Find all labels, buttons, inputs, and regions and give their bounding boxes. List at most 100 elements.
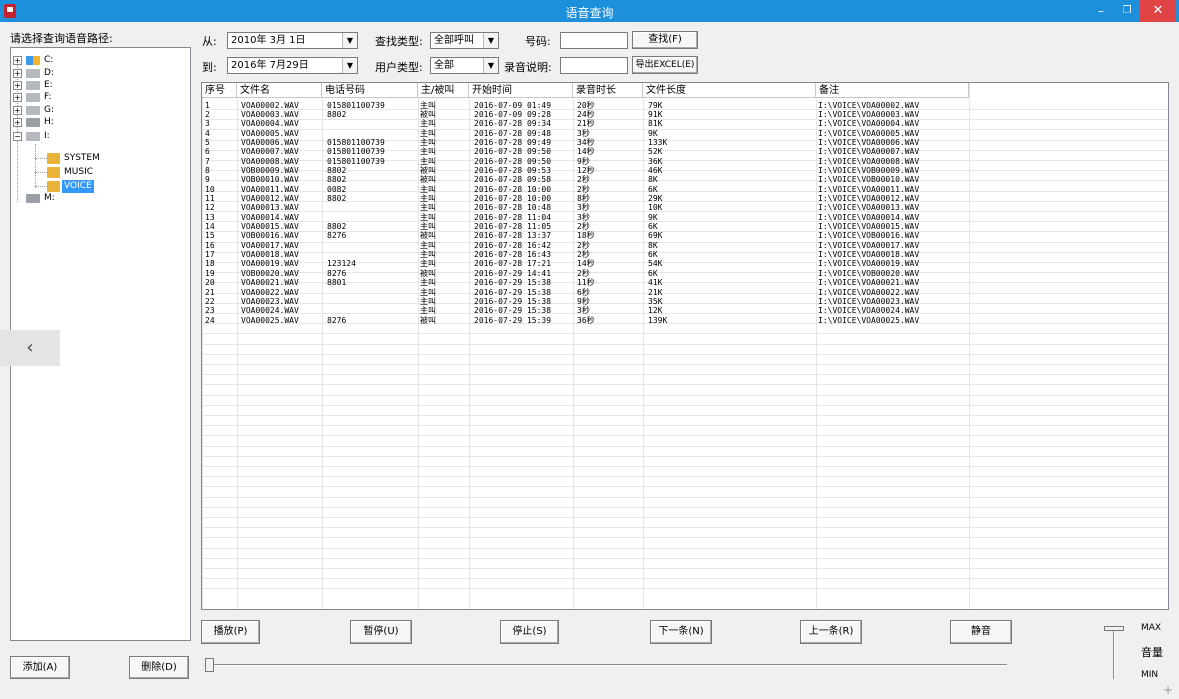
stop-button[interactable]: 停止(S) [500, 620, 559, 644]
collapse-panel-arrow-icon[interactable]: ‹ [0, 330, 60, 366]
previous-button[interactable]: 上一条(R) [800, 620, 862, 644]
table-cell: I:\VOICE\VOA00025.WAV [818, 315, 920, 325]
table-cell: 14 [205, 222, 215, 232]
table-cell: 2016-07-29 15:38 [474, 287, 552, 297]
collapse-node-icon[interactable]: − [13, 132, 22, 141]
user-type-select[interactable]: 全部 ▼ [430, 57, 499, 74]
column-header[interactable]: 序号 [202, 83, 237, 98]
find-type-select[interactable]: 全部呼叫 ▼ [430, 32, 499, 49]
table-row[interactable]: 12 VOA00013.WAV 主叫 2016-07-28 10:48 3秒 10K I:\… [202, 203, 1168, 213]
tree-node-drive[interactable]: − I: [11, 130, 181, 143]
column-header[interactable]: 备注 [816, 83, 969, 98]
table-row[interactable]: 17 VOA00018.WAV 主叫 2016-07-28 16:43 2秒 6K I:\V… [202, 250, 1168, 259]
row-divider [202, 557, 1168, 559]
chevron-down-icon[interactable]: ▼ [483, 33, 498, 48]
table-row[interactable]: 3 VOA00004.WAV 主叫 2016-07-28 09:34 21秒 81K I:\… [202, 119, 1168, 129]
add-button[interactable]: 添加(A) [10, 656, 70, 679]
tree-node-drive[interactable]: + C: [11, 54, 181, 67]
table-cell: 2016-07-28 09:53 [474, 165, 552, 175]
row-divider [202, 364, 1168, 365]
table-cell: 3秒 [577, 128, 590, 138]
column-header[interactable]: 文件长度 [643, 83, 816, 98]
table-row[interactable]: 1 VOA00002.WAV 015801100739 主叫 2016-07-09 01… [202, 101, 1168, 110]
volume-slider-track[interactable] [1113, 629, 1115, 679]
column-header[interactable]: 电话号码 [322, 83, 418, 98]
table-row[interactable]: 7 VOA00008.WAV 015801100739 主叫 2016-07-28 09… [202, 156, 1168, 166]
table-cell: I:\VOICE\VOA00015.WAV [818, 222, 920, 232]
expand-node-icon[interactable]: + [13, 118, 22, 127]
table-row[interactable]: 21 VOA00022.WAV 主叫 2016-07-29 15:38 6秒 21K I:\… [202, 287, 1168, 297]
expand-node-icon[interactable]: + [13, 69, 22, 78]
tree-node-drive[interactable]: + H: [11, 116, 181, 129]
maximize-button[interactable]: ❐ [1114, 0, 1140, 22]
table-cell: VOB00020.WAV [241, 268, 299, 278]
chevron-down-icon[interactable]: ▼ [342, 58, 357, 73]
table-cell: 被叫 [420, 315, 436, 325]
expand-node-icon[interactable]: + [13, 93, 22, 102]
table-cell: 9秒 [577, 156, 590, 166]
close-button[interactable]: ✕ [1140, 0, 1176, 22]
tree-node-drive[interactable]: + F: [11, 91, 181, 104]
tree-node-drive[interactable]: M: [11, 192, 181, 205]
play-button[interactable]: 播放(P) [201, 620, 260, 644]
tree-node-folder[interactable]: VOICE [11, 180, 181, 193]
table-row[interactable]: 8 VOB00009.WAV 8802 被叫 2016-07-28 09:53 12秒 46… [202, 165, 1168, 175]
from-date-picker[interactable]: 2010年 3月 1日 ▼ [227, 32, 358, 49]
resize-grip-icon[interactable]: + [1163, 683, 1177, 697]
table-cell: 2016-07-28 10:00 [474, 184, 552, 194]
playback-slider-thumb[interactable] [205, 658, 214, 672]
pause-button[interactable]: 暂停(U) [350, 620, 412, 644]
results-table[interactable]: 序号 文件名 电话号码 主/被叫 开始时间 录音时长 文件长度 备注 1 VOA00002.WA… [201, 82, 1169, 610]
mute-button[interactable]: 静音 [950, 620, 1012, 644]
table-row[interactable]: 22 VOA00023.WAV 主叫 2016-07-29 15:38 9秒 35K I:\… [202, 297, 1168, 306]
column-header[interactable]: 文件名 [237, 83, 322, 98]
search-button[interactable]: 查找(F) [632, 31, 698, 49]
next-button[interactable]: 下一条(N) [650, 620, 712, 644]
note-input[interactable] [560, 57, 628, 74]
minimize-button[interactable]: – [1088, 0, 1114, 22]
table-row[interactable]: 23 VOA00024.WAV 主叫 2016-07-29 15:38 3秒 12K I:\… [202, 306, 1168, 316]
column-header[interactable]: 录音时长 [573, 83, 643, 98]
table-row[interactable]: 6 VOA00007.WAV 015801100739 主叫 2016-07-28 09… [202, 147, 1168, 156]
table-cell: 81K [648, 119, 663, 129]
table-row[interactable]: 5 VOA00006.WAV 015801100739 主叫 2016-07-28 09… [202, 138, 1168, 147]
table-row[interactable]: 11 VOA00012.WAV 8802 主叫 2016-07-28 10:00 8秒 29… [202, 194, 1168, 203]
chevron-down-icon[interactable]: ▼ [342, 33, 357, 48]
table-row[interactable]: 13 VOA00014.WAV 主叫 2016-07-28 11:04 3秒 9K I:\V… [202, 213, 1168, 222]
delete-button[interactable]: 删除(D) [129, 656, 189, 679]
tree-node-folder[interactable]: SYSTEM [11, 152, 181, 165]
export-excel-button[interactable]: 导出EXCEL(E) [632, 56, 698, 74]
number-input[interactable] [560, 32, 628, 49]
playback-slider-track[interactable] [209, 664, 1007, 666]
table-row[interactable]: 19 VOB00020.WAV 8276 被叫 2016-07-29 14:41 2秒 6K… [202, 268, 1168, 278]
expand-node-icon[interactable]: + [13, 106, 22, 115]
table-row[interactable]: 16 VOA00017.WAV 主叫 2016-07-28 16:42 2秒 8K I:\V… [202, 240, 1168, 250]
table-cell: 12K [648, 306, 663, 316]
tree-drive-label: I: [44, 131, 50, 141]
table-cell: I:\VOICE\VOB00016.WAV [818, 231, 920, 241]
table-row[interactable]: 10 VOA00011.WAV 0082 主叫 2016-07-28 10:00 2秒 6K… [202, 184, 1168, 194]
table-row[interactable]: 18 VOA00019.WAV 123124 主叫 2016-07-28 17:21 14… [202, 259, 1168, 268]
chevron-down-icon[interactable]: ▼ [483, 58, 498, 73]
volume-slider-thumb[interactable] [1104, 626, 1124, 631]
expand-node-icon[interactable]: + [13, 81, 22, 90]
table-cell: 8801 [327, 278, 347, 288]
table-row[interactable]: 2 VOA00003.WAV 8802 被叫 2016-07-09 09:28 24秒 91… [202, 109, 1168, 119]
table-row[interactable]: 15 VOB00016.WAV 8276 被叫 2016-07-28 13:37 18秒 6… [202, 231, 1168, 241]
table-row[interactable]: 9 VOB00010.WAV 8802 被叫 2016-07-28 09:58 2秒 8K I… [202, 175, 1168, 184]
table-cell: 3秒 [577, 203, 590, 213]
table-row[interactable]: 4 VOA00005.WAV 主叫 2016-07-28 09:48 3秒 9K I:\VO… [202, 128, 1168, 138]
tree-node-folder[interactable]: MUSIC [11, 166, 181, 179]
table-row[interactable]: 14 VOA00015.WAV 8802 主叫 2016-07-28 11:05 2秒 6K… [202, 222, 1168, 232]
table-cell: 主叫 [420, 194, 436, 203]
column-header[interactable]: 主/被叫 [418, 83, 469, 98]
table-cell: VOA00017.WAV [241, 240, 299, 250]
row-divider [202, 404, 1168, 406]
to-date-picker[interactable]: 2016年 7月29日 ▼ [227, 57, 358, 74]
table-cell: 主叫 [420, 240, 436, 250]
table-row[interactable]: 20 VOA00021.WAV 8801 主叫 2016-07-29 15:38 11秒 4… [202, 278, 1168, 288]
table-cell: 2016-07-09 09:28 [474, 109, 552, 119]
expand-node-icon[interactable]: + [13, 56, 22, 65]
table-row[interactable]: 24 VOA00025.WAV 8276 被叫 2016-07-29 15:39 36秒 1… [202, 315, 1168, 325]
column-header[interactable]: 开始时间 [469, 83, 573, 98]
